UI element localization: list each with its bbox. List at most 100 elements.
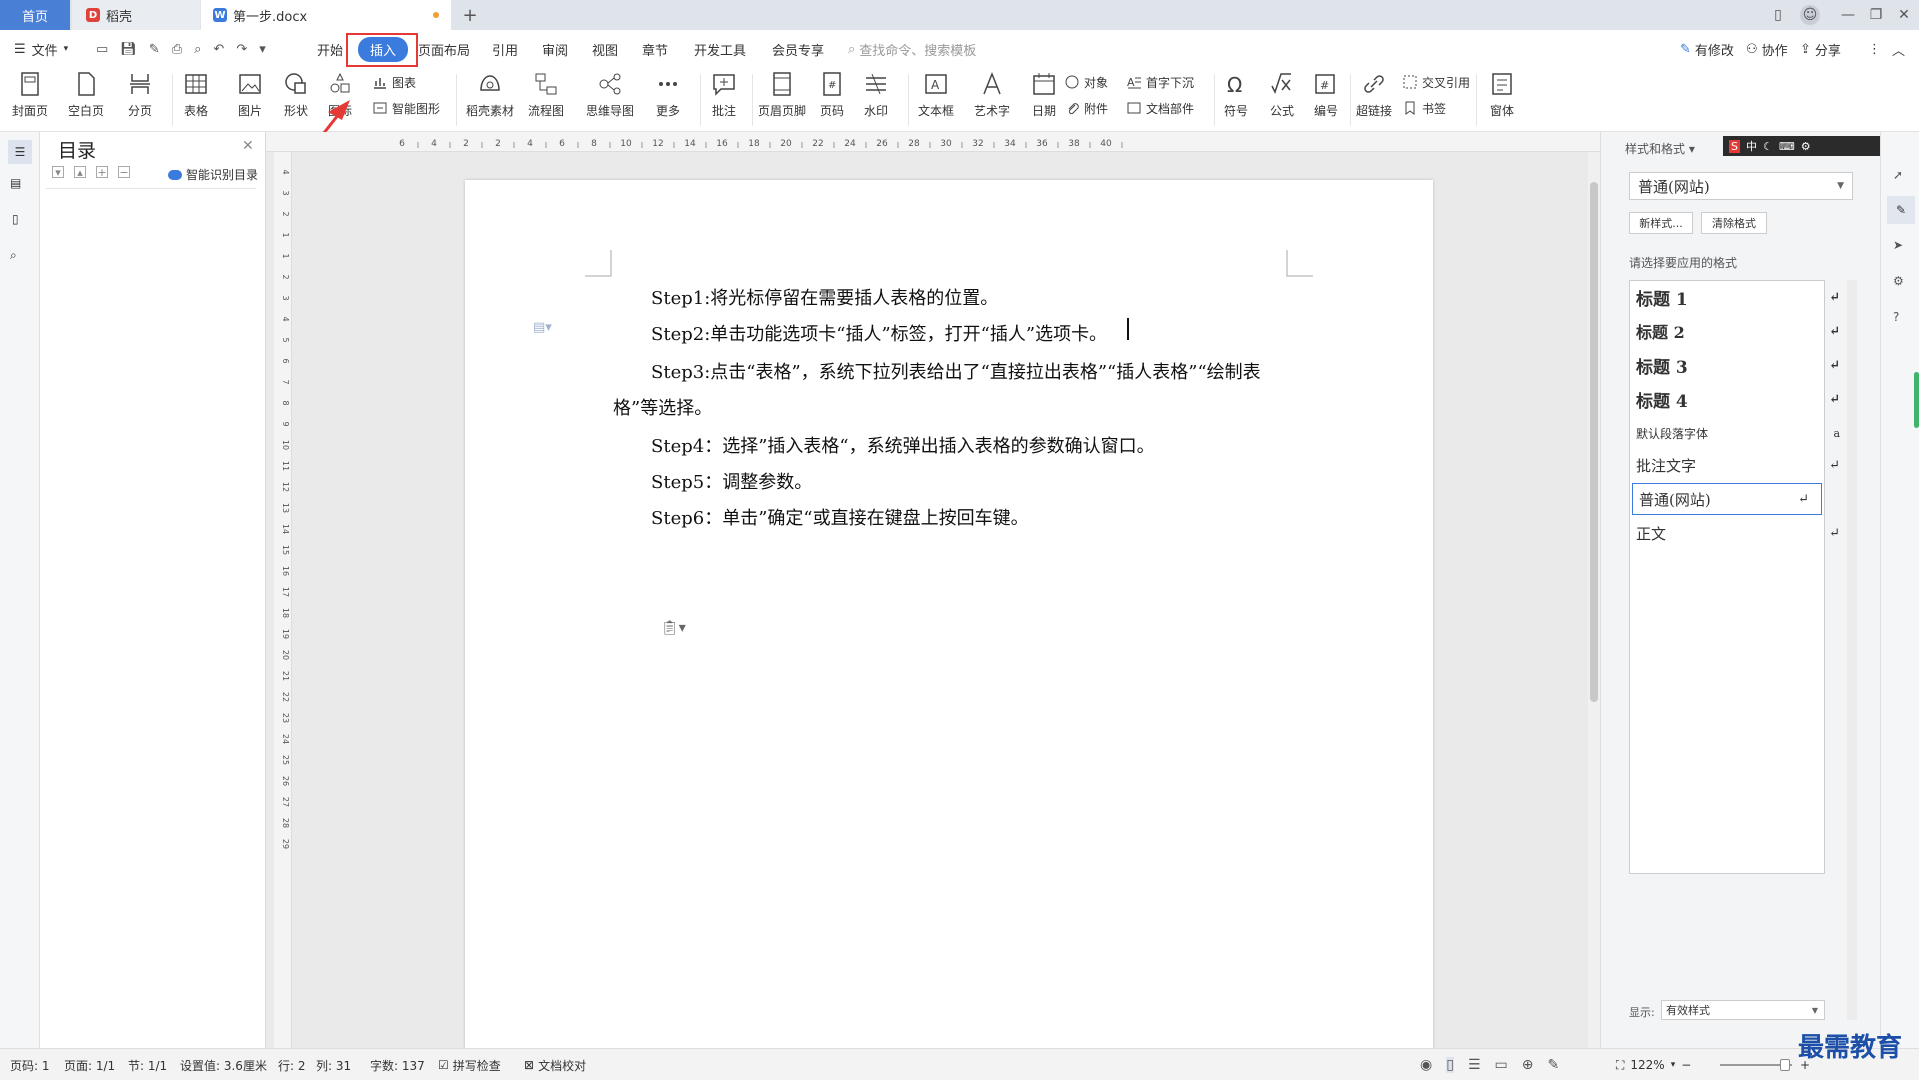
chapter-nav-icon[interactable]: ▤ xyxy=(10,176,21,190)
date-button[interactable]: 日期 xyxy=(1030,70,1058,119)
formula-button[interactable]: 公式 xyxy=(1268,70,1296,119)
daoke-material-button[interactable]: 稻壳素材 xyxy=(466,70,514,119)
tab-member[interactable]: 会员专享 xyxy=(772,30,824,68)
chart-button[interactable]: 图表 xyxy=(372,72,416,92)
settings-sliders-icon[interactable]: ⚙ xyxy=(1893,274,1904,288)
current-style-select[interactable]: 普通(网站) ▼ xyxy=(1629,172,1853,200)
paragraph-step2[interactable]: Step2:单击功能选项卡“插人”标签，打开“插人”选项卡。 xyxy=(651,320,1107,346)
reading-view-icon[interactable]: ▭ xyxy=(1495,1057,1508,1073)
paragraph-step1[interactable]: Step1:将光标停留在需要插人表格的位置。 xyxy=(651,284,998,310)
bookmark-nav-icon[interactable]: ▯ xyxy=(12,212,19,226)
tab-view[interactable]: 视图 xyxy=(592,30,618,68)
paragraph-step4[interactable]: Step4：选择”插入表格“，系统弹出插入表格的参数确认窗口。 xyxy=(651,432,1155,458)
eye-icon[interactable]: ◉ xyxy=(1420,1057,1432,1073)
tab-home[interactable]: 首页 xyxy=(0,0,70,30)
textbox-button[interactable]: A 文本框 xyxy=(918,70,954,119)
minimize-icon[interactable]: — xyxy=(1838,5,1858,25)
status-setting[interactable]: 设置值: 3.6厘米 xyxy=(180,1049,267,1080)
document-page[interactable]: Step1:将光标停留在需要插人表格的位置。 ▤▾ Step2:单击功能选项卡“… xyxy=(465,180,1433,1048)
mindmap-button[interactable]: 思维导图 xyxy=(586,70,634,119)
hyperlink-button[interactable]: 超链接 xyxy=(1356,70,1392,119)
fit-page-icon[interactable]: ⛶ xyxy=(1616,1058,1624,1073)
paragraph-step5[interactable]: Step5：调整参数。 xyxy=(651,468,812,494)
expand-icon[interactable]: ▾ xyxy=(52,166,64,179)
command-search[interactable]: ⌕ 查找命令、搜索模板 xyxy=(848,30,976,68)
zoom-slider[interactable] xyxy=(1720,1059,1792,1071)
print-preview-icon[interactable]: ⌕ xyxy=(194,42,201,57)
pen-icon[interactable]: ✎ xyxy=(1547,1057,1559,1073)
customize-icon[interactable]: ▾ xyxy=(259,42,266,57)
horizontal-ruler[interactable]: 6 4 2 2 4 6 8 10 12 14 16 18 20 22 24 26 28 30 32 34 36 38 40 xyxy=(266,132,1600,152)
style-heading3[interactable]: 标题 3 ↵ xyxy=(1630,349,1852,381)
style-pen-icon[interactable]: ✎ xyxy=(1887,196,1915,224)
collapse-ribbon-icon[interactable]: ︿ xyxy=(1892,30,1905,68)
page-view-icon[interactable]: ▯ xyxy=(1446,1057,1454,1073)
toc-nav-icon[interactable]: ☰ xyxy=(8,140,32,164)
paragraph-menu-icon[interactable]: ▤▾ xyxy=(533,320,552,335)
avatar[interactable]: ☺ xyxy=(1800,5,1820,25)
comment-button[interactable]: 批注 xyxy=(710,70,738,119)
symbol-button[interactable]: Ω 符号 xyxy=(1222,70,1250,119)
save-icon[interactable]: 💾︎ xyxy=(120,42,137,57)
page-break-button[interactable]: 分页 xyxy=(126,70,154,119)
ime-toolbar[interactable]: S 中 ☾ ⌨ ⚙ xyxy=(1723,136,1881,156)
table-button[interactable]: 表格 xyxy=(182,70,210,119)
restore-icon[interactable]: ❐ xyxy=(1866,5,1886,25)
paste-options-icon[interactable]: 📋︎▾ xyxy=(661,620,686,636)
close-icon[interactable]: ✕ xyxy=(242,138,254,154)
new-tab-button[interactable]: + xyxy=(460,5,480,26)
zoom-slider-handle[interactable] xyxy=(1780,1059,1790,1071)
vertical-scrollbar[interactable] xyxy=(1588,152,1600,1048)
style-heading4[interactable]: 标题 4 ↵ xyxy=(1630,383,1852,415)
rocket-icon[interactable]: ➚ xyxy=(1893,168,1903,182)
style-body[interactable]: 正文 ↵ xyxy=(1630,517,1852,549)
new-style-button[interactable]: 新样式... xyxy=(1629,212,1693,234)
more-icon[interactable]: ⋮ xyxy=(1868,30,1881,68)
style-heading1[interactable]: 标题 1 ↵ xyxy=(1630,281,1852,313)
style-list-scrollbar[interactable] xyxy=(1847,280,1857,1020)
remove-icon[interactable]: − xyxy=(118,166,130,179)
file-menu[interactable]: ☰ 文件 ▾ xyxy=(14,30,68,68)
format-painter-icon[interactable]: ✎ xyxy=(149,42,160,57)
watermark-button[interactable]: 水印 xyxy=(862,70,890,119)
tab-page-layout[interactable]: 页面布局 xyxy=(418,30,470,68)
search-nav-icon[interactable]: ⌕ xyxy=(10,248,17,263)
object-button[interactable]: 对象 xyxy=(1064,72,1108,92)
tab-daoke[interactable]: D 稻壳 xyxy=(72,0,200,30)
help-icon[interactable]: ? xyxy=(1893,310,1899,324)
redo-icon[interactable]: ↷ xyxy=(236,42,247,57)
drop-cap-button[interactable]: A 首字下沉 xyxy=(1126,72,1194,92)
layout-icon[interactable]: ▯ xyxy=(1768,5,1788,25)
new-file-icon[interactable]: ▭ xyxy=(96,42,108,57)
style-heading2[interactable]: 标题 2 ↵ xyxy=(1630,315,1852,347)
vertical-ruler[interactable]: 4 3 2 1 1 2 3 4 5 6 7 8 9 10 11 12 13 14 15 16 17 18 19 20 21 22 2… xyxy=(274,152,292,1048)
wordart-button[interactable]: 艺术字 xyxy=(974,70,1010,119)
smart-toc-button[interactable]: 智能识别目录 xyxy=(168,166,258,183)
smart-art-button[interactable]: 智能图形 xyxy=(372,98,440,118)
style-default-font[interactable]: 默认段落字体 a xyxy=(1630,417,1852,449)
picture-button[interactable]: 图片 xyxy=(236,70,264,119)
header-footer-button[interactable]: 页眉页脚 xyxy=(758,70,806,119)
show-filter-select[interactable]: 有效样式 ▼ xyxy=(1661,1000,1825,1020)
attachment-button[interactable]: 附件 xyxy=(1064,98,1108,118)
share-button[interactable]: ⇪ 分享 xyxy=(1800,30,1841,68)
bookmark-button[interactable]: 书签 xyxy=(1402,98,1446,118)
add-icon[interactable]: + xyxy=(96,166,108,179)
paragraph-step3[interactable]: Step3:点击“表格”，系统下拉列表给出了“直接拉出表格”“插人表格”“绘制表 xyxy=(651,358,1261,384)
print-icon[interactable]: ⎙ xyxy=(172,42,182,57)
zoom-control[interactable]: ⛶ 122% ▾ − xyxy=(1616,1049,1691,1080)
scrollbar-thumb[interactable] xyxy=(1590,182,1598,702)
style-comment-text[interactable]: 批注文字 ↵ xyxy=(1630,449,1852,481)
blank-page-button[interactable]: 空白页 xyxy=(68,70,104,119)
doc-parts-button[interactable]: 文档部件 xyxy=(1126,98,1194,118)
pointer-icon[interactable]: ➤ xyxy=(1893,238,1903,252)
tab-document[interactable]: W 第一步.docx xyxy=(201,0,451,30)
track-changes-button[interactable]: ✎ 有修改 xyxy=(1680,30,1734,68)
flowchart-button[interactable]: 流程图 xyxy=(528,70,564,119)
close-icon[interactable]: ✕ xyxy=(1894,5,1914,25)
form-button[interactable]: 窗体 xyxy=(1488,70,1516,119)
proofread-button[interactable]: ⊠ 文档校对 xyxy=(524,1049,586,1080)
tab-developer[interactable]: 开发工具 xyxy=(694,30,746,68)
spell-check-toggle[interactable]: ☑ 拼写检查 xyxy=(438,1049,501,1080)
tab-review[interactable]: 审阅 xyxy=(542,30,568,68)
